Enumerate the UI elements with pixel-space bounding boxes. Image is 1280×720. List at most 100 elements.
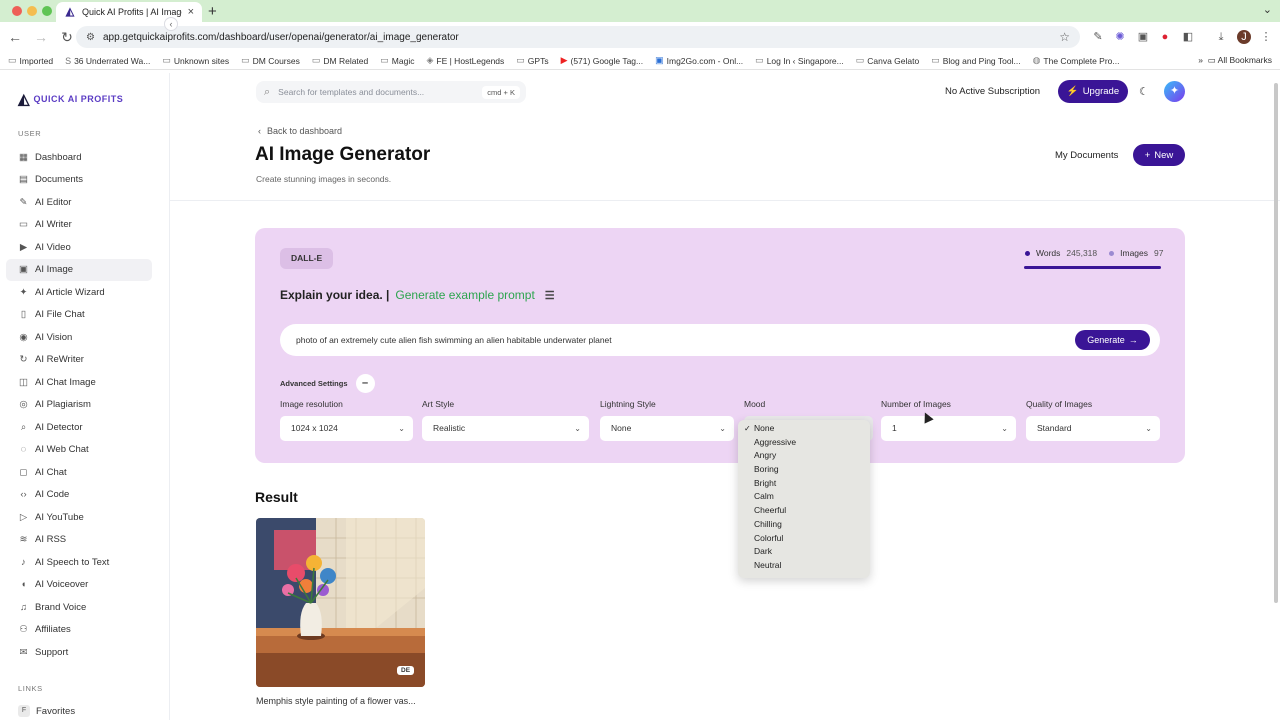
resolution-select[interactable]: 1024 x 1024 ⌄ xyxy=(280,416,413,441)
sidebar-item-ai-writer[interactable]: ▭ AI Writer xyxy=(6,214,152,237)
app-logo[interactable]: ◭ QUICK AI PROFITS xyxy=(18,90,123,108)
bolt-icon: ⚡ xyxy=(1066,86,1079,97)
gear-extension-icon[interactable]: ✺ xyxy=(1113,30,1127,44)
sidebar-item-ai-rewriter[interactable]: ↻ AI ReWriter xyxy=(6,349,152,372)
result-image[interactable] xyxy=(256,518,425,687)
new-button[interactable]: + New xyxy=(1133,144,1185,166)
mood-option-calm[interactable]: Calm xyxy=(738,490,870,504)
quality-select[interactable]: Standard ⌄ xyxy=(1026,416,1160,441)
my-documents-link[interactable]: My Documents xyxy=(1055,150,1118,161)
engine-badge[interactable]: DALL-E xyxy=(280,248,334,269)
sidebar-item-ai-chat[interactable]: ◻ AI Chat xyxy=(6,461,152,484)
bookmark-item[interactable]: ▶ (571) Google Tag... xyxy=(561,55,644,66)
sidebar-item-support[interactable]: ✉ Support xyxy=(6,641,152,664)
reload-icon[interactable]: ↻ xyxy=(56,29,78,46)
sidebar-item-ai-article-wizard[interactable]: ✦ AI Article Wizard xyxy=(6,281,152,304)
bookmark-item[interactable]: ▣ Img2Go.com - Onl... xyxy=(655,55,743,66)
sidebar-item-label: AI Code xyxy=(35,489,70,501)
sidebar-item-ai-chat-image[interactable]: ◫ AI Chat Image xyxy=(6,371,152,394)
back-to-dashboard-link[interactable]: ‹ Back to dashboard xyxy=(258,126,342,136)
sidebar-item-ai-rss[interactable]: ≋ AI RSS xyxy=(6,529,152,552)
user-avatar[interactable]: ✦ xyxy=(1164,81,1185,102)
page-subtitle: Create stunning images in seconds. xyxy=(256,174,392,184)
sidebar-item-brand-voice[interactable]: ♫ Brand Voice xyxy=(6,596,152,619)
forward-arrow-icon[interactable]: → xyxy=(30,29,52,45)
sidebar-item-favorites[interactable]: F Favorites xyxy=(18,705,75,717)
sidebar-item-ai-speech-to-text[interactable]: ♪ AI Speech to Text xyxy=(6,551,152,574)
search-input[interactable]: ⌕ Search for templates and documents... … xyxy=(256,81,526,103)
sidebar-item-affiliates[interactable]: ⚇ Affiliates xyxy=(6,619,152,642)
all-bookmarks[interactable]: » ▭ All Bookmarks xyxy=(1198,55,1272,66)
prompt-input[interactable]: photo of an extremely cute alien fish sw… xyxy=(280,324,1160,356)
bookmark-item[interactable]: ◈ FE | HostLegends xyxy=(426,55,504,66)
puzzle-extension-icon[interactable]: ◧ xyxy=(1181,30,1195,44)
mood-option-chilling[interactable]: Chilling xyxy=(738,518,870,532)
number-of-images-select[interactable]: 1 ⌄ xyxy=(881,416,1016,441)
dark-mode-toggle-icon[interactable]: ☾ xyxy=(1139,85,1149,98)
sidebar-item-ai-plagiarism[interactable]: ◎ AI Plagiarism xyxy=(6,394,152,417)
mood-option-cheerful[interactable]: Cheerful xyxy=(738,504,870,518)
tab-search-icon[interactable]: ⌄ xyxy=(1263,3,1272,16)
sidebar-item-ai-video[interactable]: ▶ AI Video xyxy=(6,236,152,259)
new-tab-icon[interactable]: + xyxy=(208,3,217,20)
mood-option-dark[interactable]: Dark xyxy=(738,545,870,559)
bookmark-item[interactable]: ◍ The Complete Pro... xyxy=(1033,55,1120,66)
bookmark-item[interactable]: ▭ Log In ‹ Singapore... xyxy=(755,55,844,66)
bookmark-item[interactable]: ▭ Imported xyxy=(8,55,53,66)
document-list-icon[interactable]: ☰ xyxy=(545,289,555,302)
bookmark-item[interactable]: S 36 Underrated Wa... xyxy=(65,56,150,66)
sidebar-item-ai-web-chat[interactable]: ◌ AI Web Chat xyxy=(6,439,152,462)
address-bar[interactable]: ⚙ app.getquickaiprofits.com/dashboard/us… xyxy=(76,26,1080,48)
mood-option-colorful[interactable]: Colorful xyxy=(738,532,870,546)
maximize-window-button[interactable] xyxy=(42,6,52,16)
collapse-advanced-button[interactable]: – xyxy=(355,374,375,393)
scrollbar-thumb[interactable] xyxy=(1274,83,1278,603)
upgrade-button[interactable]: ⚡ Upgrade xyxy=(1058,80,1128,103)
bookmark-item[interactable]: ▭ Canva Gelato xyxy=(856,55,920,66)
mood-option-neutral[interactable]: Neutral xyxy=(738,559,870,573)
sidebar-item-ai-detector[interactable]: ⌕ AI Detector xyxy=(6,416,152,439)
pen-extension-icon[interactable]: ✎ xyxy=(1091,30,1105,44)
sidebar-item-ai-editor[interactable]: ✎ AI Editor xyxy=(6,191,152,214)
mood-option-aggressive[interactable]: Aggressive xyxy=(738,436,870,450)
sidebar-item-ai-voiceover[interactable]: ◖ AI Voiceover xyxy=(6,574,152,597)
lightning-style-select[interactable]: None ⌄ xyxy=(600,416,734,441)
bookmark-item[interactable]: ▭ Magic xyxy=(380,55,414,66)
bookmark-item[interactable]: ▭ Blog and Ping Tool... xyxy=(931,55,1020,66)
generate-example-prompt-link[interactable]: Generate example prompt xyxy=(395,288,534,302)
download-icon[interactable]: ⤓ xyxy=(1214,30,1228,44)
model-badge: DE xyxy=(397,666,415,675)
page-scrollbar[interactable] xyxy=(1272,73,1280,720)
bookmark-star-icon[interactable]: ☆ xyxy=(1059,30,1070,44)
back-arrow-icon[interactable]: ← xyxy=(4,29,26,45)
site-info-icon[interactable]: ⚙ xyxy=(86,32,95,43)
profile-avatar[interactable]: J xyxy=(1237,30,1251,44)
bookmark-item[interactable]: ▭ GPTs xyxy=(516,55,548,66)
mood-option-angry[interactable]: Angry xyxy=(738,449,870,463)
collapse-sidebar-button[interactable]: ‹ xyxy=(164,17,178,31)
sidebar-item-ai-image[interactable]: ▣ AI Image xyxy=(6,258,152,281)
mood-option-none[interactable]: None xyxy=(738,422,870,436)
close-window-button[interactable] xyxy=(12,6,22,16)
bookmark-item[interactable]: ▭ DM Courses xyxy=(241,55,300,66)
browser-menu-icon[interactable]: ⋮ xyxy=(1259,30,1273,44)
mood-option-bright[interactable]: Bright xyxy=(738,477,870,491)
sidebar-item-ai-file-chat[interactable]: ▯ AI File Chat xyxy=(6,304,152,327)
bookmark-item[interactable]: ▭ DM Related xyxy=(312,55,368,66)
browser-tabstrip: ◭ Quick AI Profits | AI Image Ge × + ⌄ xyxy=(0,0,1280,22)
screen-extension-icon[interactable]: ▣ xyxy=(1136,30,1150,44)
browser-tab[interactable]: ◭ Quick AI Profits | AI Image Ge × xyxy=(56,2,202,22)
bookmark-item[interactable]: ▭ Unknown sites xyxy=(162,55,229,66)
record-extension-icon[interactable]: ● xyxy=(1158,30,1172,44)
close-tab-icon[interactable]: × xyxy=(188,6,194,18)
sidebar-item-documents[interactable]: ▤ Documents xyxy=(6,169,152,192)
sidebar-item-ai-youtube[interactable]: ▷ AI YouTube xyxy=(6,506,152,529)
mood-option-boring[interactable]: Boring xyxy=(738,463,870,477)
sidebar-item-dashboard[interactable]: ▦ Dashboard xyxy=(6,146,152,169)
generate-button[interactable]: Generate → xyxy=(1075,330,1150,350)
mood-dropdown-menu: NoneAggressiveAngryBoringBrightCalmCheer… xyxy=(738,420,870,578)
sidebar-item-ai-code[interactable]: ‹› AI Code xyxy=(6,484,152,507)
sidebar-item-ai-vision[interactable]: ◉ AI Vision xyxy=(6,326,152,349)
art-style-select[interactable]: Realistic ⌄ xyxy=(422,416,589,441)
minimize-window-button[interactable] xyxy=(27,6,37,16)
